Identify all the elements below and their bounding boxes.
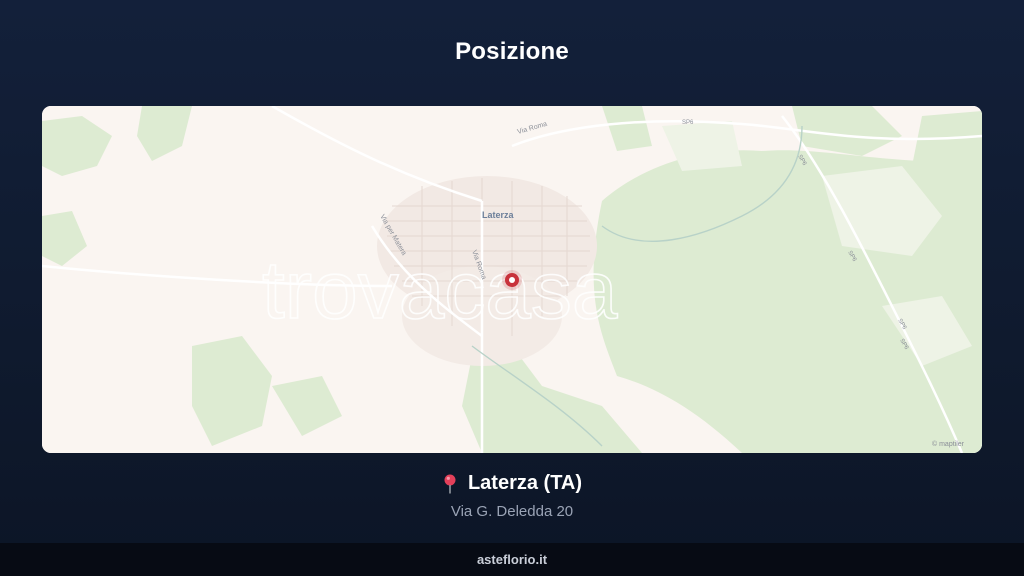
street-address: Via G. Deledda 20 bbox=[450, 503, 574, 520]
watermark-logo: trovacasa bbox=[262, 245, 618, 336]
round-pushpin-icon bbox=[444, 474, 456, 493]
city-name: Laterza (TA) bbox=[467, 472, 583, 494]
road-label-sp6-1: SP6 bbox=[682, 120, 694, 126]
map-view[interactable]: Via Roma Via per Matera Via Roma SP6 SP6… bbox=[42, 106, 982, 453]
footer-bar: asteflorio.it bbox=[0, 543, 1024, 576]
map-canvas[interactable]: Via Roma Via per Matera Via Roma SP6 SP6… bbox=[42, 106, 982, 453]
page-title: Posizione bbox=[455, 38, 569, 65]
location-marker-icon[interactable] bbox=[502, 270, 522, 290]
footer-brand[interactable]: asteflorio.it bbox=[477, 552, 547, 567]
location-info: Laterza (TA) Via G. Deledda 20 bbox=[0, 472, 1024, 520]
town-label: Laterza bbox=[482, 210, 515, 220]
map-attribution[interactable]: © maptiler bbox=[932, 440, 965, 448]
